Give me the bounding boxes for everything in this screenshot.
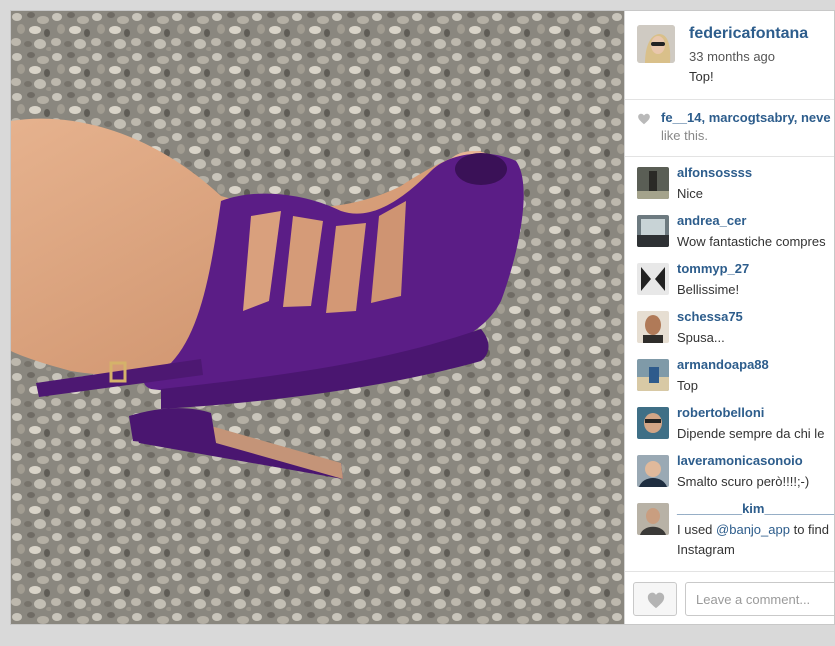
likes-suffix: like this.	[661, 128, 708, 143]
commenter-avatar[interactable]	[637, 167, 669, 199]
comment-text: Spusa...	[677, 330, 725, 345]
post-header: federicafontana 33 months ago Top!	[625, 11, 834, 100]
comment-item: laveramonicasonoio Smalto scuro però!!!!…	[625, 445, 834, 493]
comment-text: I used @banjo_app to find Instagram	[677, 520, 834, 560]
commenter-avatar[interactable]	[637, 407, 669, 439]
like-button[interactable]	[633, 582, 677, 616]
comment-item: _________kim__________ I used @banjo_app…	[625, 493, 834, 560]
comment-text: Smalto scuro però!!!!;-)	[677, 474, 810, 489]
owner-username[interactable]: federicafontana	[689, 25, 808, 43]
comment-text: Dipende sempre da chi le	[677, 426, 825, 441]
commenter-avatar[interactable]	[637, 503, 669, 535]
comment-footer	[625, 571, 834, 624]
heart-icon	[638, 113, 650, 125]
comment-text-pre: I used	[677, 522, 717, 537]
likes-users[interactable]: fe__14, marcogtsabry, neve	[661, 110, 831, 125]
comment-username[interactable]: schessa75	[677, 309, 743, 324]
photo-purple-heel-on-gravel	[11, 11, 624, 624]
comment-username[interactable]: alfonsossss	[677, 165, 752, 180]
commenter-avatar[interactable]	[637, 311, 669, 343]
post-caption: Top!	[689, 69, 714, 84]
post-timestamp[interactable]: 33 months ago	[689, 49, 775, 64]
post-modal: federicafontana 33 months ago Top! fe__1…	[10, 10, 835, 625]
comment-input[interactable]	[685, 582, 834, 616]
commenter-avatar[interactable]	[637, 455, 669, 487]
comment-text: Wow fantastiche compres	[677, 234, 826, 249]
likes-section: fe__14, marcogtsabry, neve like this.	[625, 100, 834, 157]
comment-mention-link[interactable]: @banjo_app	[716, 522, 790, 537]
comment-text-post: to find	[789, 522, 829, 537]
comment-username[interactable]: _________kim__________	[677, 501, 834, 516]
comment-text-line2: Instagram	[677, 542, 735, 557]
post-photo[interactable]	[11, 11, 624, 624]
comment-text: Top	[677, 378, 698, 393]
comment-username[interactable]: tommyp_27	[677, 261, 749, 276]
owner-avatar[interactable]	[637, 25, 675, 63]
comment-item: armandoapa88 Top	[625, 349, 834, 397]
comment-item: robertobelloni Dipende sempre da chi le	[625, 397, 834, 445]
comment-item: andrea_cer Wow fantastiche compres	[625, 205, 834, 253]
post-sidebar: federicafontana 33 months ago Top! fe__1…	[624, 11, 834, 624]
comment-username[interactable]: laveramonicasonoio	[677, 453, 803, 468]
comment-text: Nice	[677, 186, 704, 201]
comment-username[interactable]: andrea_cer	[677, 213, 746, 228]
comment-text: Bellissime!	[677, 282, 740, 297]
commenter-avatar[interactable]	[637, 359, 669, 391]
comment-item: alfonsossss Nice	[625, 157, 834, 205]
commenter-avatar[interactable]	[637, 263, 669, 295]
heart-icon	[647, 592, 665, 609]
comment-item: tommyp_27 Bellissime!	[625, 253, 834, 301]
comments-list[interactable]: alfonsossss Nice andrea_cer Wow fantasti…	[625, 157, 834, 575]
commenter-avatar[interactable]	[637, 215, 669, 247]
comment-username[interactable]: armandoapa88	[677, 357, 769, 372]
comment-username[interactable]: robertobelloni	[677, 405, 764, 420]
comment-item: schessa75 Spusa...	[625, 301, 834, 349]
